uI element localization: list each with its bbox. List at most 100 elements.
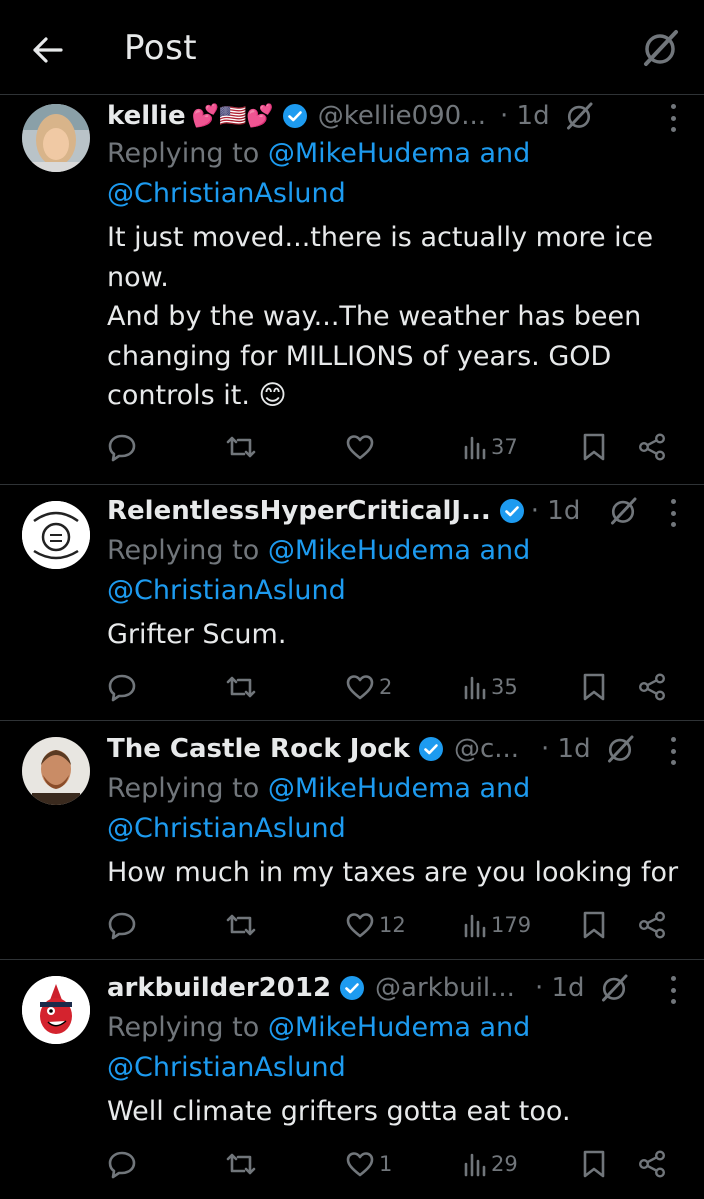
view-count: 35 bbox=[491, 675, 518, 699]
repost-icon bbox=[226, 436, 256, 458]
more-options-icon[interactable] bbox=[668, 976, 678, 1004]
timestamp[interactable]: · 1d bbox=[535, 973, 585, 1003]
like-count: 12 bbox=[379, 913, 406, 937]
verified-badge-icon bbox=[339, 975, 365, 1001]
verified-badge-icon bbox=[499, 498, 525, 524]
action-bar: 1 29 bbox=[107, 1146, 687, 1182]
like-button[interactable]: 12 bbox=[345, 907, 406, 943]
display-name[interactable]: The Castle Rock Jock bbox=[107, 734, 410, 764]
back-button[interactable] bbox=[26, 28, 70, 72]
views-button[interactable]: 35 bbox=[463, 669, 518, 705]
replying-to: Replying to @MikeHudema and bbox=[107, 1008, 530, 1048]
grok-icon[interactable] bbox=[605, 734, 635, 764]
action-bar: 37 bbox=[107, 429, 687, 465]
avatar-image bbox=[22, 501, 90, 569]
share-button[interactable] bbox=[637, 1146, 667, 1182]
avatar[interactable] bbox=[22, 737, 90, 805]
bookmark-icon bbox=[583, 1150, 605, 1178]
grok-button[interactable] bbox=[638, 26, 682, 70]
verified-badge-icon bbox=[418, 736, 444, 762]
tweet-text: Grifter Scum. bbox=[107, 619, 287, 650]
reply-button[interactable] bbox=[107, 669, 137, 705]
views-button[interactable]: 29 bbox=[463, 1146, 518, 1182]
share-button[interactable] bbox=[637, 669, 667, 705]
share-icon bbox=[639, 673, 666, 701]
repost-button[interactable] bbox=[225, 907, 257, 943]
like-button[interactable]: 1 bbox=[345, 1146, 392, 1182]
timestamp[interactable]: · 1d bbox=[531, 496, 581, 526]
mention-link[interactable]: @ChristianAslund bbox=[107, 1052, 346, 1083]
user-handle[interactable]: @arkbuil... bbox=[375, 973, 515, 1003]
grok-icon[interactable] bbox=[608, 496, 638, 526]
like-count: 1 bbox=[379, 1152, 393, 1176]
avatar[interactable] bbox=[22, 501, 90, 569]
heart-icon bbox=[346, 913, 374, 938]
tweet-text: Well climate grifters gotta eat too. bbox=[107, 1096, 571, 1127]
replying-to-line-2: @ChristianAslund bbox=[107, 809, 346, 849]
bookmark-button[interactable] bbox=[581, 669, 607, 705]
like-button[interactable]: 2 bbox=[345, 669, 392, 705]
bookmark-icon bbox=[583, 433, 605, 461]
user-handle[interactable]: @kellie090... bbox=[318, 101, 486, 131]
reply-icon bbox=[108, 434, 136, 462]
repost-button[interactable] bbox=[225, 1146, 257, 1182]
timestamp[interactable]: · 1d bbox=[500, 101, 550, 131]
avatar-image bbox=[22, 737, 90, 805]
action-bar: 12 179 bbox=[107, 907, 687, 943]
like-count: 2 bbox=[379, 675, 393, 699]
more-options-icon[interactable] bbox=[668, 737, 678, 765]
more-options-icon[interactable] bbox=[668, 104, 678, 132]
reply-tweet[interactable]: The Castle Rock Jock @c... · 1d Replying… bbox=[0, 721, 704, 960]
bookmark-button[interactable] bbox=[581, 907, 607, 943]
display-name[interactable]: RelentlessHyperCriticalJ... bbox=[107, 496, 491, 526]
view-count: 179 bbox=[491, 913, 532, 937]
bookmark-icon bbox=[583, 673, 605, 701]
grok-icon[interactable] bbox=[564, 101, 594, 131]
reply-tweet[interactable]: kellie 💕🇺🇸💕 @kellie090... · 1d Replying … bbox=[0, 96, 704, 485]
avatar[interactable] bbox=[22, 104, 90, 172]
avatar[interactable] bbox=[22, 976, 90, 1044]
timestamp[interactable]: · 1d bbox=[541, 734, 591, 764]
views-button[interactable]: 37 bbox=[463, 429, 518, 465]
mention-link[interactable]: @ChristianAslund bbox=[107, 575, 346, 606]
reply-icon bbox=[108, 674, 136, 702]
mention-link[interactable]: @MikeHudema and bbox=[268, 773, 530, 804]
bookmark-button[interactable] bbox=[581, 429, 607, 465]
reply-button[interactable] bbox=[107, 429, 137, 465]
mention-link[interactable]: @MikeHudema and bbox=[268, 1012, 530, 1043]
display-name[interactable]: kellie bbox=[107, 101, 186, 131]
views-icon bbox=[464, 1153, 486, 1177]
views-button[interactable]: 179 bbox=[463, 907, 531, 943]
reply-button[interactable] bbox=[107, 1146, 137, 1182]
share-icon bbox=[639, 433, 666, 461]
reply-tweet[interactable]: RelentlessHyperCriticalJ... · 1d Replyin… bbox=[0, 485, 704, 721]
like-button[interactable] bbox=[345, 429, 379, 465]
arrow-left-icon bbox=[33, 37, 63, 63]
replying-prefix: Replying to bbox=[107, 138, 268, 169]
mention-link[interactable]: @MikeHudema and bbox=[268, 535, 530, 566]
replying-prefix: Replying to bbox=[107, 535, 268, 566]
reply-icon bbox=[108, 1151, 136, 1179]
reply-tweet[interactable]: arkbuilder2012 @arkbuil... · 1d Replying… bbox=[0, 960, 704, 1199]
views-icon bbox=[464, 436, 486, 460]
repost-button[interactable] bbox=[225, 669, 257, 705]
bookmark-icon bbox=[583, 911, 605, 939]
replying-prefix: Replying to bbox=[107, 773, 268, 804]
mention-link[interactable]: @ChristianAslund bbox=[107, 178, 346, 209]
repost-button[interactable] bbox=[225, 429, 257, 465]
display-name[interactable]: arkbuilder2012 bbox=[107, 973, 331, 1003]
mention-link[interactable]: @ChristianAslund bbox=[107, 813, 346, 844]
user-handle[interactable]: @c... bbox=[454, 734, 519, 764]
replying-to-line-2: @ChristianAslund bbox=[107, 174, 346, 214]
name-emoji: 💕🇺🇸💕 bbox=[191, 103, 274, 129]
repost-icon bbox=[226, 914, 256, 936]
bookmark-button[interactable] bbox=[581, 1146, 607, 1182]
share-button[interactable] bbox=[637, 429, 667, 465]
reply-button[interactable] bbox=[107, 907, 137, 943]
reply-icon bbox=[108, 912, 136, 940]
heart-icon bbox=[346, 435, 374, 460]
more-options-icon[interactable] bbox=[668, 499, 678, 527]
share-button[interactable] bbox=[637, 907, 667, 943]
mention-link[interactable]: @MikeHudema and bbox=[268, 138, 530, 169]
grok-icon[interactable] bbox=[599, 973, 629, 1003]
